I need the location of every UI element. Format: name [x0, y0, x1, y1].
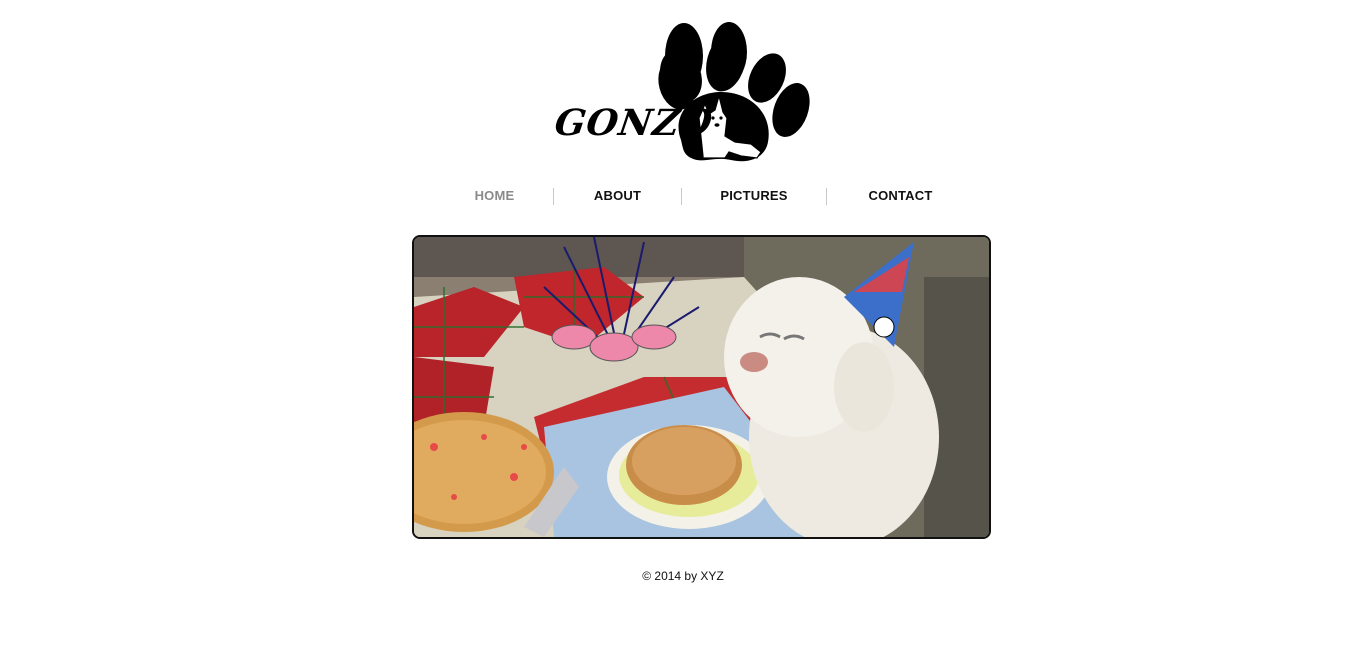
page: GONZO HOME ABOUT PICTURES CONTACT © 2014… — [0, 0, 1366, 663]
nav-item-pictures[interactable]: PICTURES — [682, 184, 826, 208]
footer-copyright: © 2014 by XYZ — [642, 569, 724, 583]
hero-image-frame — [412, 235, 991, 539]
site-logo[interactable]: GONZO — [552, 18, 815, 166]
nav-item-home[interactable]: HOME — [436, 184, 553, 208]
nav-item-about[interactable]: ABOUT — [554, 184, 681, 208]
nav-item-contact[interactable]: CONTACT — [827, 184, 974, 208]
logo-text: GONZO — [552, 102, 716, 144]
birthday-dog-photo — [414, 237, 989, 537]
main-nav: HOME ABOUT PICTURES CONTACT — [436, 184, 974, 208]
